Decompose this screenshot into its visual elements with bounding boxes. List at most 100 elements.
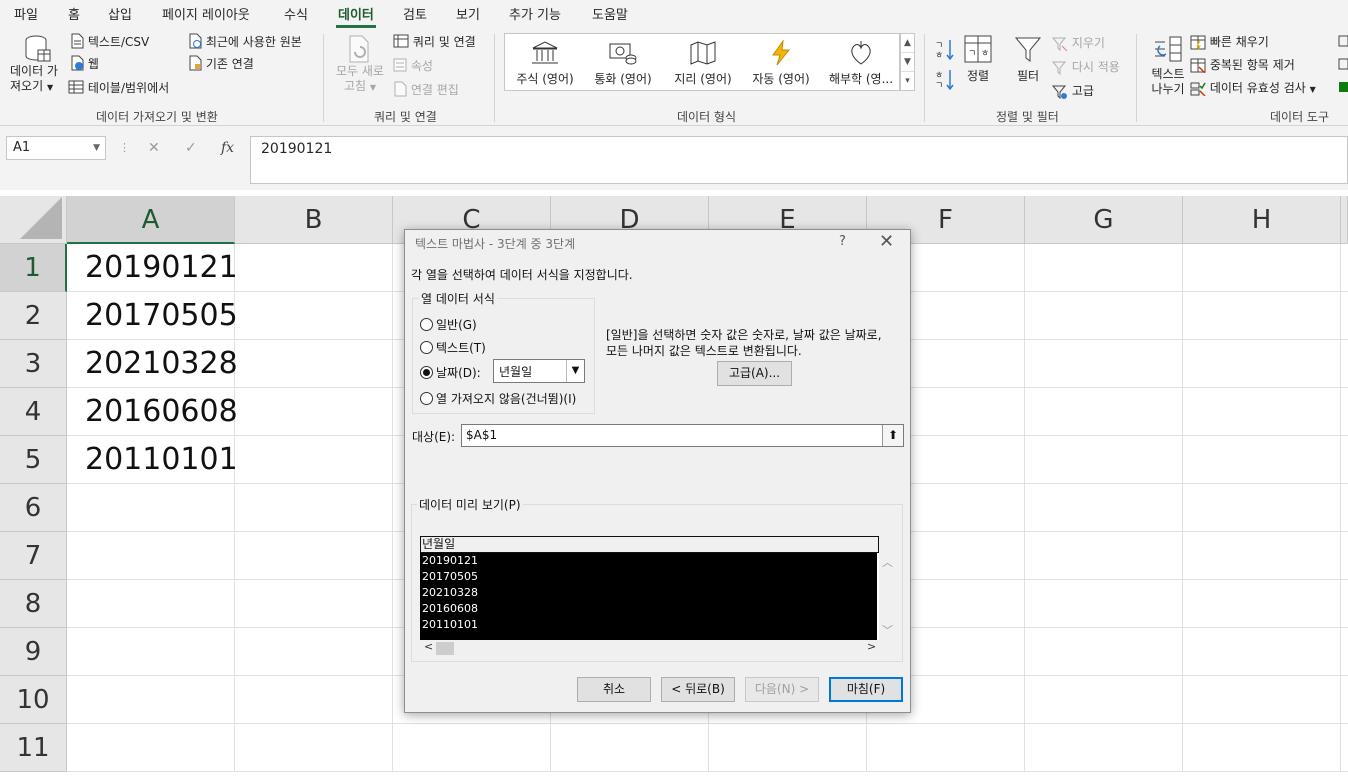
column-header-b[interactable]: B [235, 196, 393, 244]
chevron-down-icon[interactable]: ▼ [566, 360, 584, 382]
cell[interactable] [1341, 724, 1348, 772]
cell[interactable] [67, 724, 235, 772]
data-type-geography[interactable]: 지리 (영어) [663, 40, 743, 87]
cell[interactable] [1341, 676, 1348, 724]
sort-descending-button[interactable]: ㅎㄱ [935, 68, 955, 93]
cell[interactable] [235, 628, 393, 676]
clear-button[interactable]: 지우기 [1052, 34, 1105, 51]
sort-button[interactable]: ㄱㅎ 정렬 [961, 34, 995, 84]
insert-function-icon[interactable]: fx [221, 140, 234, 156]
radio-date[interactable]: 날짜(D): [420, 364, 481, 381]
tab-insert[interactable]: 삽입 [108, 4, 132, 23]
cell[interactable] [1025, 436, 1183, 484]
cell[interactable] [1183, 532, 1341, 580]
back-button[interactable]: < 뒤로(B) [661, 677, 735, 702]
row-header[interactable]: 8 [0, 580, 67, 628]
chevron-right-icon[interactable]: > [867, 640, 876, 653]
advanced-button[interactable]: 고급(A)... [717, 361, 792, 386]
column-header-g[interactable]: G [1025, 196, 1183, 244]
cell[interactable] [1341, 580, 1348, 628]
cell[interactable] [1183, 244, 1341, 292]
radio-skip-circle[interactable] [420, 392, 433, 405]
tab-formulas[interactable]: 수식 [284, 4, 308, 23]
preview-column-header[interactable]: 년월일 [420, 536, 879, 553]
tab-home[interactable]: 홈 [68, 4, 80, 23]
column-header-a[interactable]: A [67, 196, 235, 244]
remove-duplicates-button[interactable]: 중복된 항목 제거 [1190, 56, 1295, 73]
tab-data[interactable]: 데이터 [336, 4, 376, 28]
row-header[interactable]: 1 [0, 244, 67, 292]
cell[interactable] [235, 388, 393, 436]
finish-button[interactable]: 마침(F) [829, 677, 903, 702]
row-header[interactable]: 9 [0, 628, 67, 676]
cancel-icon[interactable]: ✕ [148, 140, 160, 156]
row-header[interactable]: 7 [0, 532, 67, 580]
cell[interactable] [235, 244, 393, 292]
chevron-down-icon[interactable]: ▼ [1310, 85, 1316, 94]
chevron-down-icon[interactable]: ▼ [93, 137, 100, 159]
edit-links-button[interactable]: 연결 편집 [393, 81, 459, 100]
cell[interactable] [1025, 244, 1183, 292]
cell[interactable] [1183, 676, 1341, 724]
column-header-h[interactable]: H [1183, 196, 1341, 244]
enter-icon[interactable]: ✓ [185, 140, 197, 156]
chevron-down-icon[interactable]: ▼ [901, 53, 914, 72]
preview-horizontal-scrollbar[interactable]: < > [420, 640, 879, 657]
flash-fill-button[interactable]: 빠른 채우기 [1190, 33, 1269, 50]
row-header[interactable]: 2 [0, 292, 67, 340]
tab-view[interactable]: 보기 [456, 4, 480, 23]
cell[interactable] [1183, 580, 1341, 628]
tab-page-layout[interactable]: 페이지 레이아웃 [162, 4, 250, 23]
cell[interactable] [1183, 484, 1341, 532]
data-validation-button[interactable]: 데이터 유효성 검사 ▼ [1190, 79, 1316, 96]
data-type-automatic[interactable]: 자동 (영어) [741, 40, 821, 87]
cell[interactable] [709, 724, 867, 772]
cell[interactable] [1183, 436, 1341, 484]
table-range-button[interactable]: 테이블/범위에서 [68, 79, 169, 97]
properties-button[interactable]: 속성 [393, 57, 433, 75]
cell[interactable] [1025, 292, 1183, 340]
chevron-up-icon[interactable]: ︿ [882, 554, 893, 570]
cell[interactable] [1025, 532, 1183, 580]
cell[interactable] [1025, 388, 1183, 436]
collapse-dialog-icon[interactable]: ⬆ [882, 425, 903, 446]
row-header[interactable]: 3 [0, 340, 67, 388]
cell[interactable] [1341, 628, 1348, 676]
cell[interactable] [67, 532, 235, 580]
cell[interactable] [235, 676, 393, 724]
cell[interactable] [1183, 340, 1341, 388]
cell[interactable]: 20210328 [67, 340, 238, 388]
text-csv-button[interactable]: 텍스트/CSV [70, 33, 149, 52]
refresh-all-button[interactable]: 모두 새로 고침 ▼ [333, 34, 387, 95]
cell[interactable] [235, 532, 393, 580]
chevron-up-icon[interactable]: ▲ [901, 34, 914, 53]
row-header[interactable]: 4 [0, 388, 67, 436]
cell[interactable] [235, 484, 393, 532]
cell[interactable] [1025, 676, 1183, 724]
row-header[interactable]: 11 [0, 724, 67, 772]
cell[interactable] [1025, 724, 1183, 772]
cell[interactable] [235, 436, 393, 484]
data-type-stocks[interactable]: 주식 (영어) [505, 40, 585, 87]
preview-column-body[interactable]: 20190121 20170505 20210328 20160608 2011… [420, 553, 877, 640]
cell[interactable] [1183, 724, 1341, 772]
close-icon[interactable]: ✕ [879, 231, 894, 252]
cell[interactable] [235, 340, 393, 388]
cell[interactable] [1025, 484, 1183, 532]
data-preview[interactable]: 년월일 20190121 20170505 20210328 20160608 … [420, 536, 879, 640]
tab-review[interactable]: 검토 [403, 4, 427, 23]
cell[interactable] [551, 724, 709, 772]
cell[interactable]: 20110101 [67, 436, 238, 484]
cell[interactable] [1183, 388, 1341, 436]
radio-text[interactable]: 텍스트(T) [420, 339, 486, 356]
select-all-button[interactable] [0, 196, 67, 244]
radio-date-circle[interactable] [420, 366, 433, 379]
cell[interactable] [235, 724, 393, 772]
cancel-button[interactable]: 취소 [577, 677, 651, 702]
cell[interactable] [1341, 436, 1348, 484]
row-header[interactable]: 5 [0, 436, 67, 484]
radio-general-circle[interactable] [420, 318, 433, 331]
tab-file[interactable]: 파일 [14, 4, 38, 23]
formula-input[interactable]: 20190121 [250, 136, 1348, 184]
help-icon[interactable]: ? [839, 234, 846, 249]
